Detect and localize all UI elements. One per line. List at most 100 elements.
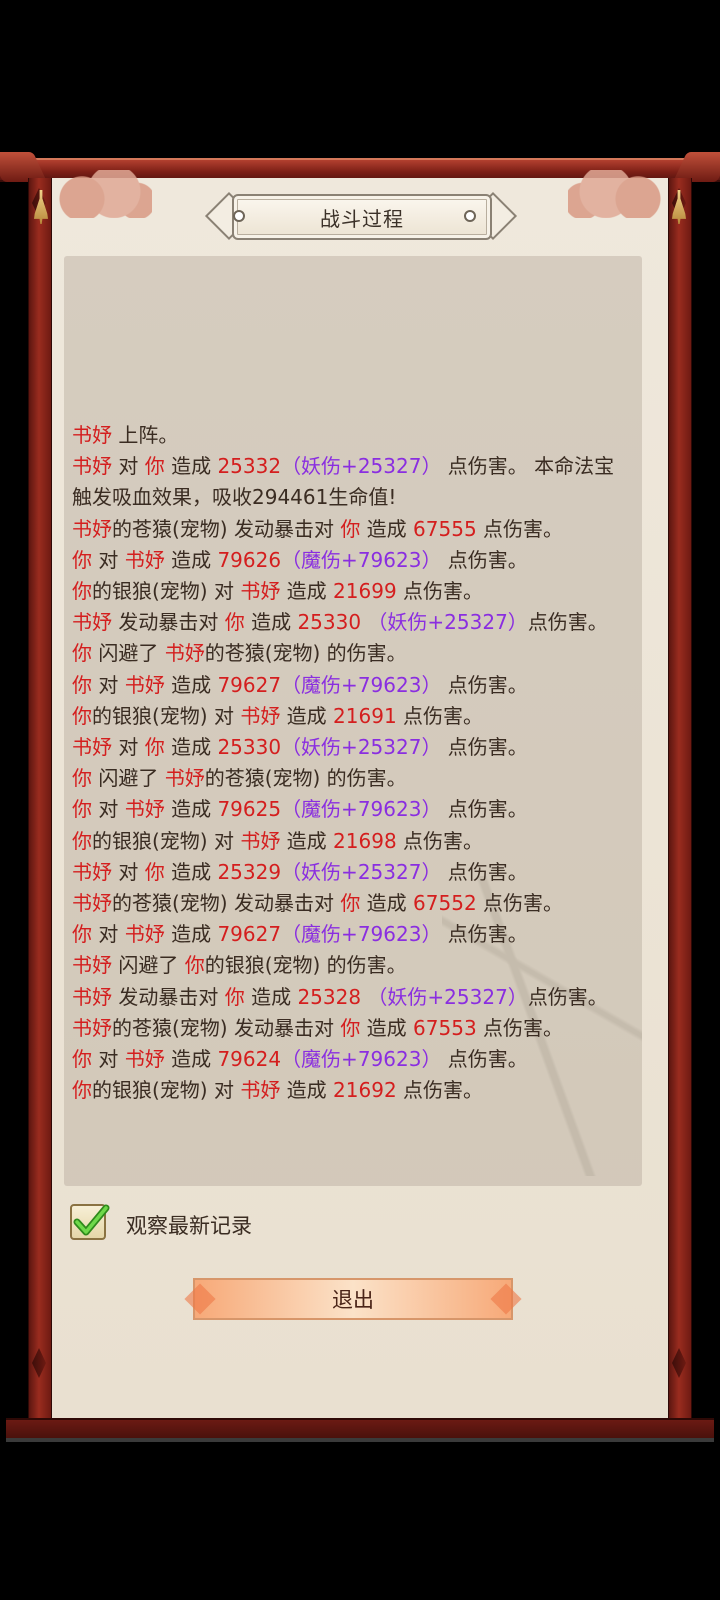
- log-highlight: 书妤: [124, 1047, 165, 1072]
- log-text: 点伤害。: [396, 1078, 484, 1103]
- log-highlight: 书妤: [72, 610, 112, 635]
- log-text: 点伤害。: [441, 547, 528, 572]
- log-text: 发动暴击对: [112, 610, 225, 635]
- log-damage-type: （魔伤+79623）: [281, 922, 442, 947]
- log-damage-type: （魔伤+79623）: [281, 1047, 442, 1072]
- log-damage-type: （魔伤+79623）: [281, 672, 442, 697]
- log-highlight: 你: [224, 984, 245, 1009]
- log-highlight: 书妤: [164, 766, 205, 791]
- log-line: 书妤的苍猿(宠物) 发动暴击对 你 造成 67553 点伤害。: [72, 1013, 632, 1044]
- log-highlight: 你: [340, 891, 361, 916]
- log-text: 造成: [164, 454, 218, 479]
- log-highlight: 25328: [297, 984, 362, 1009]
- log-highlight: 25332: [217, 454, 282, 479]
- log-line: 你 对 书妤 造成 79625（魔伤+79623） 点伤害。: [72, 794, 632, 825]
- log-highlight: 67555: [413, 516, 477, 541]
- log-text: 造成: [164, 859, 218, 884]
- log-line: 书妤 发动暴击对 你 造成 25328 （妖伤+25327）点伤害。: [72, 982, 632, 1013]
- log-text: 的苍猿(宠物) 发动暴击对: [112, 1015, 341, 1040]
- log-highlight: 你: [72, 641, 92, 666]
- log-line: 你 对 书妤 造成 79627（魔伤+79623） 点伤害。: [72, 670, 632, 701]
- log-text: 造成: [280, 828, 334, 853]
- log-line: 书妤的苍猿(宠物) 发动暴击对 你 造成 67555 点伤害。: [72, 514, 632, 545]
- frame-bottom-beam: [6, 1418, 714, 1442]
- log-text: 造成: [164, 922, 218, 947]
- log-highlight: 书妤: [240, 1078, 281, 1103]
- log-highlight: 书妤: [240, 703, 281, 728]
- log-text: 造成: [280, 1078, 334, 1103]
- watch-latest-checkbox[interactable]: [70, 1204, 110, 1240]
- log-text: 点伤害。: [476, 516, 564, 541]
- log-highlight: 书妤: [72, 454, 112, 479]
- log-highlight: 21698: [333, 828, 397, 853]
- log-line: 你的银狼(宠物) 对 书妤 造成 21698 点伤害。: [72, 826, 632, 857]
- log-highlight: 你: [72, 547, 92, 572]
- log-highlight: 25329: [217, 859, 282, 884]
- log-line: 你 对 书妤 造成 79624（魔伤+79623） 点伤害。: [72, 1044, 632, 1075]
- log-highlight: 你: [72, 828, 92, 853]
- log-text: 造成: [280, 579, 334, 604]
- log-text: 点伤害。: [527, 984, 608, 1009]
- log-highlight: 书妤: [72, 984, 112, 1009]
- log-highlight: 书妤: [72, 953, 112, 978]
- log-text: 发动暴击对: [112, 984, 225, 1009]
- log-text: 对: [92, 547, 125, 572]
- log-damage-type: （妖伤+25327）: [281, 454, 442, 479]
- log-highlight: 25330: [297, 610, 362, 635]
- log-highlight: 你: [340, 1015, 361, 1040]
- log-text: 对: [92, 672, 125, 697]
- log-highlight: 67553: [413, 1015, 477, 1040]
- log-text: 造成: [244, 984, 298, 1009]
- log-highlight: 79627: [217, 922, 282, 947]
- title-dot-icon: [233, 210, 245, 222]
- log-text: 点伤害。: [476, 1015, 564, 1040]
- log-line: 你 对 书妤 造成 79626（魔伤+79623） 点伤害。: [72, 545, 632, 576]
- log-highlight: 你: [184, 953, 205, 978]
- log-text: 点伤害。: [441, 922, 528, 947]
- log-highlight: 书妤: [240, 828, 281, 853]
- log-text: 造成: [360, 891, 414, 916]
- log-highlight: 书妤: [124, 922, 165, 947]
- log-text: 造成: [164, 547, 218, 572]
- log-text: 造成: [164, 672, 218, 697]
- log-text: 的银狼(宠物) 对: [92, 828, 241, 853]
- title-plate: 战斗过程: [232, 194, 492, 240]
- log-highlight: 书妤: [124, 547, 165, 572]
- log-highlight: 书妤: [124, 672, 165, 697]
- log-highlight: 你: [72, 766, 92, 791]
- log-highlight: 你: [144, 735, 165, 760]
- log-line: 书妤 对 你 造成 25329（妖伤+25327） 点伤害。: [72, 857, 632, 888]
- log-highlight: 你: [72, 797, 92, 822]
- log-text: 的苍猿(宠物) 的伤害。: [204, 641, 407, 666]
- log-highlight: 书妤: [72, 1015, 112, 1040]
- log-highlight: 67552: [413, 891, 477, 916]
- log-line: 你的银狼(宠物) 对 书妤 造成 21691 点伤害。: [72, 701, 632, 732]
- log-text: 对: [112, 454, 145, 479]
- log-highlight: 21692: [333, 1078, 397, 1103]
- log-text: 对: [92, 922, 125, 947]
- title-dot-icon: [464, 210, 476, 222]
- frame-left-post: [28, 178, 52, 1418]
- log-text: 对: [112, 859, 145, 884]
- battle-log-list: 书妤 上阵。 书妤 对 你 造成 25332（妖伤+25327） 点伤害。 本命法…: [72, 420, 632, 1106]
- log-text: 闪避了: [92, 641, 165, 666]
- log-text: 点伤害。: [396, 703, 484, 728]
- battle-log-panel[interactable]: 书妤 上阵。 书妤 对 你 造成 25332（妖伤+25327） 点伤害。 本命法…: [64, 256, 642, 1186]
- log-highlight: 书妤: [72, 859, 112, 884]
- log-highlight: 79625: [217, 797, 282, 822]
- log-line: 书妤 发动暴击对 你 造成 25330 （妖伤+25327）点伤害。: [72, 607, 632, 638]
- log-text: 点伤害。: [441, 797, 528, 822]
- log-text: 造成: [164, 1047, 218, 1072]
- log-text: 点伤害。: [527, 610, 608, 635]
- log-highlight: 书妤: [72, 735, 112, 760]
- exit-button[interactable]: 退出: [193, 1278, 513, 1320]
- log-text: 点伤害。: [441, 1047, 528, 1072]
- log-text: 造成: [164, 735, 218, 760]
- log-line: 你 闪避了 书妤的苍猿(宠物) 的伤害。: [72, 638, 632, 669]
- log-text: 对: [92, 1047, 125, 1072]
- log-highlight: 你: [340, 516, 361, 541]
- log-text: 点伤害。: [396, 579, 484, 604]
- log-text: 造成: [244, 610, 298, 635]
- watch-latest-label: 观察最新记录: [126, 1214, 252, 1238]
- log-text: 的银狼(宠物) 对: [92, 579, 241, 604]
